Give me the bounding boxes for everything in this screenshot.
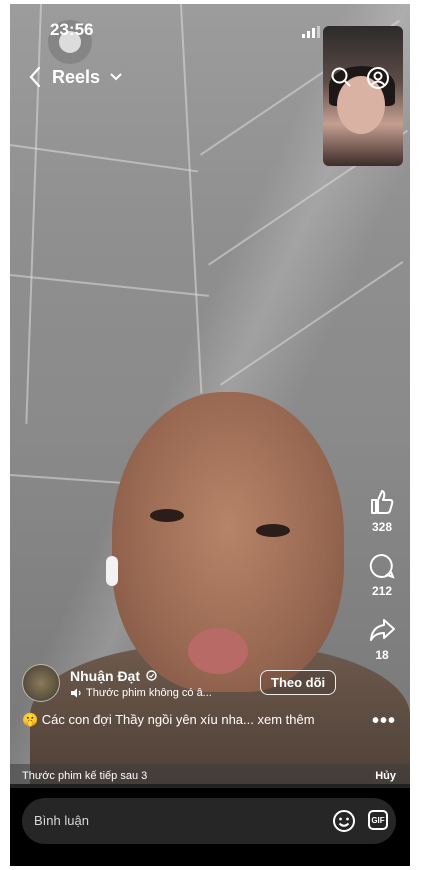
more-icon[interactable]: ••• — [372, 710, 396, 733]
share-icon — [370, 619, 395, 641]
verified-icon — [146, 670, 157, 681]
header-actions — [330, 66, 390, 90]
like-count: 328 — [371, 520, 393, 534]
share-count: 18 — [375, 648, 389, 662]
profile-icon[interactable] — [366, 66, 390, 90]
cancel-button[interactable]: Hủy — [375, 770, 396, 782]
status-time: 23:56 — [50, 20, 94, 39]
follow-button[interactable]: Theo dõi — [260, 670, 337, 695]
action-rail: 328 212 18 — [362, 488, 402, 680]
author-meta: Nhuận Đạt Thước phim không có â... — [70, 668, 212, 699]
author-row: Nhuận Đạt Thước phim không có â... — [22, 664, 212, 702]
audio-label: Thước phim không có â... — [86, 686, 212, 699]
comment-bar: Bình luận GIF — [10, 788, 410, 866]
reels-header: Reels — [28, 66, 122, 88]
back-icon[interactable] — [28, 66, 42, 88]
chevron-down-icon[interactable] — [110, 73, 122, 81]
next-reel-label: Thước phim kế tiếp sau 3 — [22, 770, 148, 782]
person-eye — [256, 524, 290, 537]
audio-icon — [71, 688, 81, 697]
avatar[interactable] — [22, 664, 60, 702]
comment-count: 212 — [371, 584, 393, 598]
search-icon[interactable] — [330, 66, 352, 88]
next-reel-bar: Thước phim kế tiếp sau 3 Hủy — [10, 764, 410, 788]
video-call-pip[interactable] — [323, 26, 403, 166]
comment-placeholder: Bình luận — [34, 813, 89, 828]
audio-row[interactable]: Thước phim không có â... — [70, 687, 212, 699]
comment-button[interactable]: 212 — [368, 552, 396, 598]
earbud — [106, 556, 118, 586]
tile-line — [180, 4, 203, 394]
like-icon — [371, 490, 394, 514]
person-eye — [150, 509, 184, 522]
like-button[interactable]: 328 — [368, 488, 396, 534]
author-name-row: Nhuận Đạt — [70, 668, 212, 684]
gif-icon[interactable]: GIF — [368, 810, 388, 830]
comment-icon — [369, 553, 395, 579]
tile-line — [220, 260, 404, 386]
tile-line — [10, 144, 199, 173]
caption[interactable]: 🤫 Các con đợi Thầy ngồi yên xíu nha... x… — [22, 712, 315, 728]
author-name[interactable]: Nhuận Đạt — [70, 668, 140, 684]
tile-line — [10, 274, 209, 297]
signal-icon — [302, 26, 320, 38]
share-button[interactable]: 18 — [368, 616, 396, 662]
emoji-icon[interactable] — [332, 809, 356, 833]
reels-screen: 23:56 Reels 328 212 18 ••• Nhuận Đạt Thư… — [10, 4, 410, 866]
comment-input[interactable]: Bình luận GIF — [22, 798, 396, 844]
page-title[interactable]: Reels — [52, 67, 100, 88]
